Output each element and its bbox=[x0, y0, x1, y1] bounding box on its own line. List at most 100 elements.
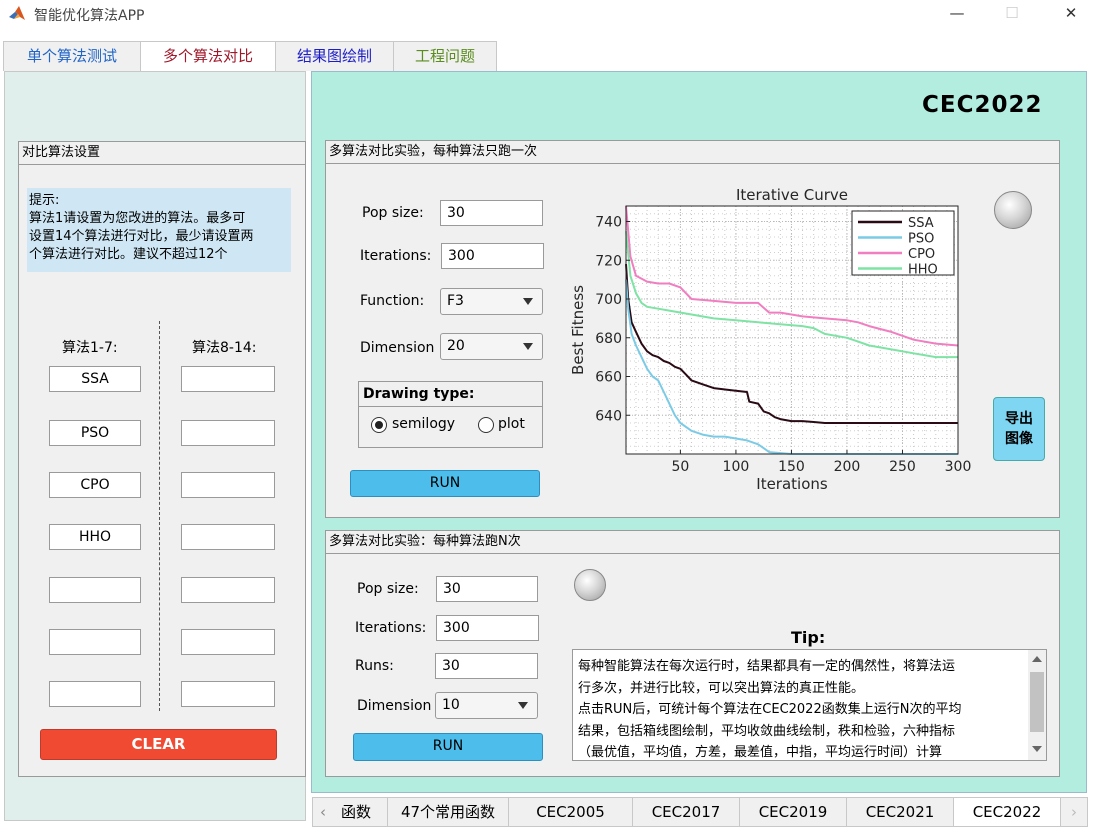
x-axis-label: Iterations bbox=[756, 475, 828, 493]
algorithm-settings-panel: 对比算法设置 提示: 算法1请设置为您改进的算法。最多可 设置14个算法进行对比… bbox=[18, 141, 306, 777]
semilogy-label: semilogy bbox=[392, 416, 456, 432]
algorithm-1-field[interactable]: SSA bbox=[49, 366, 141, 392]
tab-label: CEC2017 bbox=[651, 803, 721, 821]
plot-radio[interactable] bbox=[478, 417, 494, 433]
chart-title: Iterative Curve bbox=[736, 186, 848, 204]
algorithm-13-field[interactable] bbox=[181, 629, 275, 655]
matlab-icon bbox=[9, 6, 25, 20]
algorithm-8-field[interactable] bbox=[181, 366, 275, 392]
legend-label-cpo: CPO bbox=[908, 247, 935, 262]
y-tick-label: 640 bbox=[595, 408, 622, 424]
dimension-dropdown[interactable]: 20 bbox=[440, 333, 543, 360]
tab-single-algorithm[interactable]: 单个算法测试 bbox=[3, 41, 141, 71]
chevron-left-icon[interactable]: ‹ bbox=[320, 798, 326, 827]
run-multi-button[interactable]: RUN bbox=[353, 733, 543, 761]
minimize-button[interactable]: — bbox=[942, 2, 972, 26]
panel-title: 对比算法设置 bbox=[19, 142, 305, 165]
multi-iterations-input[interactable]: 300 bbox=[436, 615, 539, 641]
bottom-tab-47-functions[interactable]: 47个常用函数 bbox=[387, 797, 509, 827]
export-image-button[interactable]: 导出 图像 bbox=[993, 397, 1045, 461]
algorithm-11-field[interactable] bbox=[181, 524, 275, 550]
scroll-up-icon[interactable] bbox=[1032, 656, 1042, 662]
semilogy-radio[interactable] bbox=[371, 417, 387, 433]
dimension-label: Dimension bbox=[357, 698, 432, 714]
pop-size-input[interactable]: 30 bbox=[440, 200, 543, 226]
hint-box: 提示: 算法1请设置为您改进的算法。最多可 设置14个算法进行对比，最少请设置两… bbox=[27, 188, 291, 272]
algorithm-14-field[interactable] bbox=[181, 681, 275, 707]
maximize-button[interactable]: ☐ bbox=[997, 2, 1027, 26]
bottom-tab-cec2005[interactable]: CEC2005 bbox=[508, 797, 633, 827]
dimension-label: Dimension bbox=[360, 340, 435, 356]
tab-multi-algorithm[interactable]: 多个算法对比 bbox=[140, 41, 276, 72]
scroll-down-icon[interactable] bbox=[1032, 746, 1042, 752]
iterations-label: Iterations: bbox=[355, 620, 427, 636]
bottom-tab-cec2017[interactable]: CEC2017 bbox=[632, 797, 740, 827]
algorithm-3-field[interactable]: CPO bbox=[49, 472, 141, 498]
algorithm-4-field[interactable]: HHO bbox=[49, 524, 141, 550]
x-tick-label: 150 bbox=[778, 459, 805, 475]
runs-label: Runs: bbox=[355, 658, 394, 674]
legend-label-hho: HHO bbox=[908, 263, 938, 278]
dimension-value: 10 bbox=[442, 697, 460, 713]
chevron-right-icon[interactable]: › bbox=[1060, 797, 1088, 827]
runs-input[interactable]: 30 bbox=[435, 653, 538, 679]
scrollbar-thumb[interactable] bbox=[1030, 672, 1044, 732]
chevron-down-icon bbox=[523, 343, 533, 350]
tip-title: Tip: bbox=[791, 628, 826, 647]
y-tick-label: 720 bbox=[595, 253, 622, 269]
legend-label-pso: PSO bbox=[908, 232, 934, 247]
tab-label: CEC2022 bbox=[972, 803, 1042, 821]
algorithm-2-field[interactable]: PSO bbox=[49, 420, 141, 446]
y-tick-label: 660 bbox=[595, 370, 622, 386]
algorithm-5-field[interactable] bbox=[49, 577, 141, 603]
main-tab-bar: 单个算法测试 多个算法对比 结果图绘制 工程问题 bbox=[3, 41, 1090, 72]
bottom-tab-cec2022[interactable]: CEC2022 bbox=[953, 797, 1061, 827]
iterative-curve-chart: 50 100 150 200 250 300 640 660 680 700 720 740 Itera… bbox=[569, 186, 971, 493]
algorithm-10-field[interactable] bbox=[181, 472, 275, 498]
iterations-input[interactable]: 300 bbox=[441, 243, 544, 269]
tab-label: 结果图绘制 bbox=[296, 47, 372, 65]
clear-button[interactable]: CLEAR bbox=[40, 729, 277, 760]
tab-label: 工程问题 bbox=[414, 47, 475, 65]
tab-label: CEC2021 bbox=[865, 803, 935, 821]
multi-pop-size-input[interactable]: 30 bbox=[436, 576, 538, 602]
y-axis-label: Best Fitness bbox=[569, 285, 587, 375]
bottom-tab-cec2019[interactable]: CEC2019 bbox=[739, 797, 847, 827]
hint-line: 提示: bbox=[29, 193, 60, 208]
bottom-tab-cec2021[interactable]: CEC2021 bbox=[846, 797, 954, 827]
tab-label: 47个常用函数 bbox=[400, 803, 496, 821]
tip-text-area[interactable]: 每种智能算法在每次运行时，结果都具有一定的偶然性，将算法运 行多次，并进行比较，… bbox=[572, 649, 1047, 761]
export-label-line: 导出 bbox=[1005, 411, 1033, 427]
export-label-line: 图像 bbox=[1005, 431, 1033, 447]
drawing-type-group: Drawing type: semilogy plot bbox=[358, 381, 543, 448]
close-button[interactable]: ✕ bbox=[1056, 2, 1086, 26]
function-value: F3 bbox=[447, 293, 464, 309]
bottom-tab-functions[interactable]: ‹ 函数 bbox=[312, 797, 388, 827]
scrollbar[interactable] bbox=[1028, 650, 1046, 760]
hint-line: 设置14个算法进行对比，最少请设置两 bbox=[29, 229, 254, 244]
tab-result-plot[interactable]: 结果图绘制 bbox=[275, 41, 394, 71]
pop-size-label: Pop size: bbox=[362, 205, 424, 221]
algorithm-7-field[interactable] bbox=[49, 681, 141, 707]
hint-line: 算法1请设置为您改进的算法。最多可 bbox=[29, 211, 246, 226]
algorithm-6-field[interactable] bbox=[49, 629, 141, 655]
column-1-label: 算法1-7: bbox=[62, 340, 118, 356]
column-2-label: 算法8-14: bbox=[192, 340, 257, 356]
chevron-down-icon bbox=[518, 702, 528, 709]
algorithm-9-field[interactable] bbox=[181, 420, 275, 446]
multi-dimension-dropdown[interactable]: 10 bbox=[435, 692, 538, 719]
tab-engineering[interactable]: 工程问题 bbox=[393, 41, 497, 71]
x-tick-label: 250 bbox=[889, 459, 916, 475]
title-bar: 智能优化算法APP — ☐ ✕ bbox=[0, 0, 1093, 30]
tip-line: 结果，包括箱线图绘制，平均收敛曲线绘制，秩和检验，六种指标 bbox=[578, 723, 956, 739]
tab-label: 单个算法测试 bbox=[26, 47, 117, 65]
algorithm-12-field[interactable] bbox=[181, 577, 275, 603]
tip-line: 行多次，并进行比较，可以突出算法的真正性能。 bbox=[578, 680, 865, 696]
tip-line: 点击RUN后，可统计每个算法在CEC2022函数集上运行N次的平均 bbox=[578, 702, 962, 717]
run-single-button[interactable]: RUN bbox=[350, 470, 540, 497]
function-dropdown[interactable]: F3 bbox=[440, 288, 543, 315]
tab-label: 函数 bbox=[340, 803, 371, 821]
chevron-down-icon bbox=[523, 298, 533, 305]
pop-size-label: Pop size: bbox=[357, 581, 419, 597]
app-title: 智能优化算法APP bbox=[34, 8, 145, 24]
